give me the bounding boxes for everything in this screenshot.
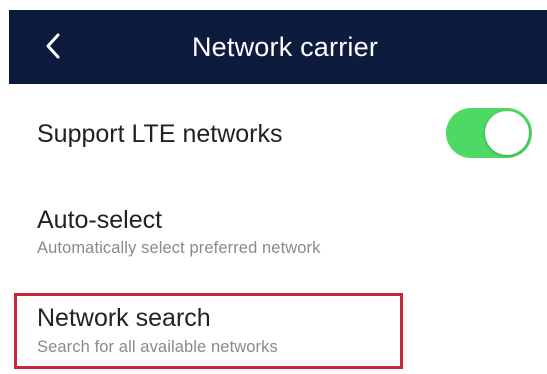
top-bar: Network carrier [9,10,547,84]
toggle-knob [485,111,529,155]
lte-toggle[interactable] [446,108,532,158]
back-button[interactable] [31,24,75,68]
screen: Network carrier Support LTE networks Aut… [0,0,547,374]
setting-row-auto-select[interactable]: Auto-select Automatically select preferr… [9,183,547,283]
setting-row-lte: Support LTE networks [9,84,547,183]
setting-row-network-search[interactable]: Network search Search for all available … [9,283,547,374]
chevron-left-icon [46,33,60,59]
auto-select-subtitle: Automatically select preferred network [37,239,321,257]
auto-select-label: Auto-select [37,206,163,234]
page-title: Network carrier [191,32,379,62]
network-search-label: Network search [37,304,211,332]
network-search-subtitle: Search for all available networks [37,338,278,356]
lte-label: Support LTE networks [37,120,283,148]
